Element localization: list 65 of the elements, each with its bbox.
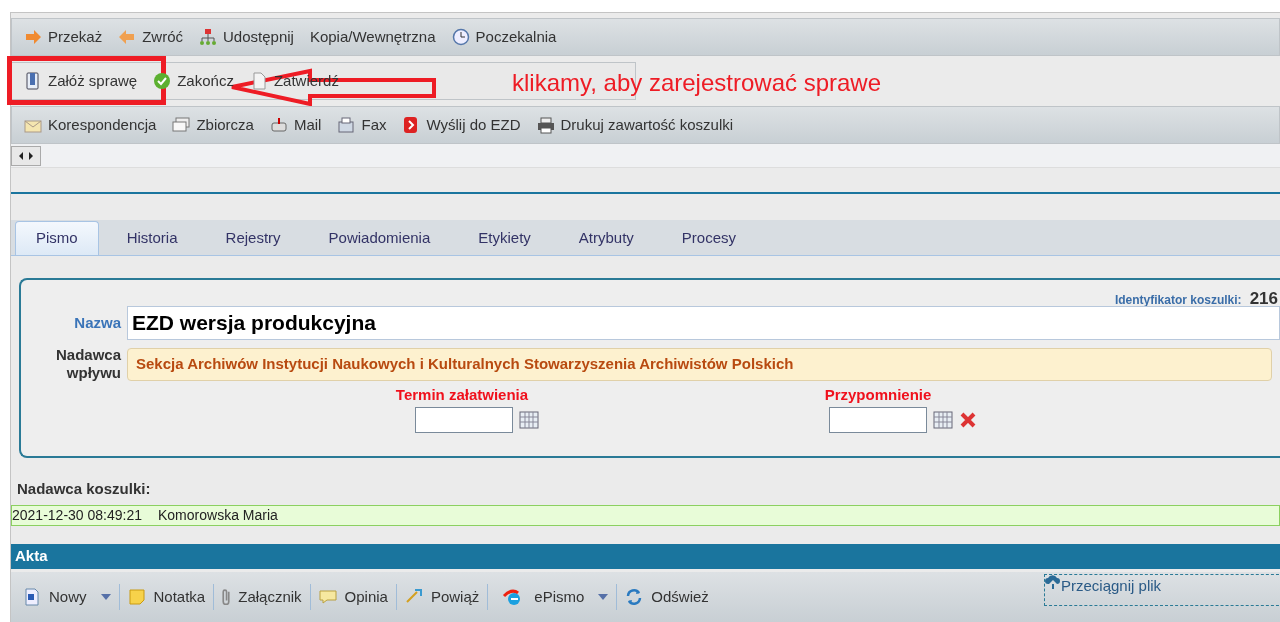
note-icon — [127, 587, 146, 606]
sender-field[interactable]: Sekcja Archiwów Instytucji Naukowych i Kulturalnych Stowarzyszenia Archiwistów Polskich — [127, 347, 1272, 381]
tab[interactable]: Pismo — [15, 221, 99, 255]
binder-icon — [24, 72, 42, 90]
drop-zone[interactable]: Przeciągnij plik — [1044, 573, 1280, 606]
close-icon[interactable] — [959, 410, 977, 429]
toolbar-button[interactable]: Zwróć — [118, 25, 184, 49]
field-label: Przypomnienie — [824, 385, 932, 405]
envelopes-icon — [172, 116, 191, 134]
toolbar-button[interactable]: Drukuj zawartość koszulki — [536, 113, 734, 137]
tab[interactable]: Procesy — [661, 221, 757, 255]
caret-icon — [100, 593, 111, 600]
field-label: Nazwa — [73, 312, 121, 333]
toolbar-button[interactable]: Korespondencja — [24, 113, 157, 137]
tab[interactable]: Powiadomienia — [308, 221, 451, 255]
tab[interactable]: Atrybuty — [558, 221, 654, 255]
person-name: Komorowska Maria — [158, 505, 278, 525]
toolbar-button[interactable]: Powiąż — [402, 585, 482, 608]
toolbar-button[interactable]: Nowy — [21, 585, 113, 608]
section-label: Nadawca koszulki: — [17, 479, 152, 499]
date-field[interactable] — [415, 406, 513, 433]
toolbar-button[interactable]: Załącznik — [220, 585, 304, 608]
toolbar-button[interactable]: Przekaż — [24, 25, 103, 49]
tab[interactable]: Historia — [106, 221, 198, 255]
tab[interactable]: Etykiety — [458, 221, 551, 255]
field-label: Termin załatwienia — [395, 385, 529, 405]
scroll-arrows[interactable] — [11, 145, 41, 166]
date-field[interactable] — [829, 406, 927, 433]
toolbar-button[interactable]: Notatka — [125, 585, 208, 608]
mailbox-icon — [269, 116, 288, 134]
paperclip-icon — [222, 588, 231, 605]
annotation-text: klikamy, aby zarejestrować sprawe — [512, 68, 881, 98]
speech-bubble-icon — [318, 587, 337, 606]
toolbar-button[interactable]: Wyślij do EZD — [402, 113, 521, 137]
fax-icon — [337, 116, 356, 134]
caret-icon — [598, 593, 609, 600]
toolbar-button[interactable]: Poczekalnia — [451, 25, 557, 49]
clock-icon — [451, 28, 470, 46]
check-icon — [153, 72, 172, 90]
toolbar-button[interactable]: Udostępnij — [199, 25, 294, 49]
toolbar-button[interactable]: Mail — [269, 113, 322, 137]
toolbar-button[interactable]: Fax — [337, 113, 387, 137]
name-field[interactable]: EZD wersja produkcyjna — [127, 306, 1280, 340]
refresh-icon — [625, 587, 644, 606]
arrow-right-icon — [24, 28, 42, 46]
arrow-left-icon — [118, 28, 137, 46]
calendar-icon[interactable] — [933, 410, 953, 429]
toolbar-button[interactable]: Opinia — [316, 585, 390, 608]
document-icon — [23, 587, 41, 606]
drop-zone-label: Przeciągnij plik — [1061, 575, 1162, 596]
toolbar-button[interactable]: Kopia/Wewnętrzna — [309, 25, 436, 49]
field-label: Nadawca wpływu — [54, 346, 121, 382]
toolbar-button[interactable]: Zbiorcza — [172, 113, 254, 137]
timestamp: 2021-12-30 08:49:21 — [12, 505, 142, 525]
printer-icon — [536, 116, 555, 134]
upload-icon — [1045, 574, 1061, 589]
calendar-icon[interactable] — [519, 410, 539, 429]
toolbar-button[interactable]: Załóż sprawę — [24, 69, 138, 93]
section-header: Akta — [11, 543, 1280, 569]
toolbar-button[interactable]: ePismo — [494, 585, 611, 608]
tab[interactable]: Rejestry — [205, 221, 301, 255]
network-icon — [199, 28, 218, 46]
toolbar-button[interactable]: Zakończ — [153, 69, 234, 93]
identifier-label: Identyfikator koszulki: — [1114, 292, 1242, 309]
toolbar-button[interactable]: Odśwież — [623, 585, 711, 608]
